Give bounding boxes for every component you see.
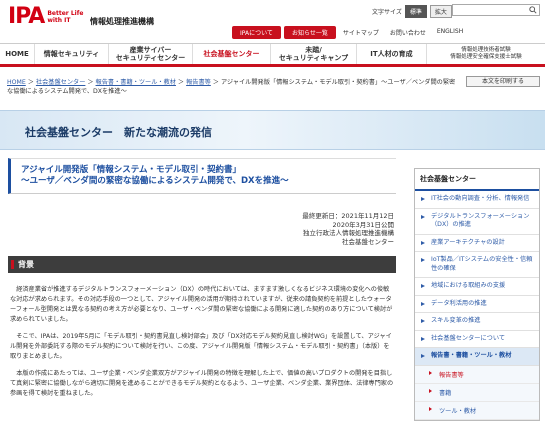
text-size-large-button[interactable]: 拡大 <box>429 5 452 18</box>
search-icon[interactable] <box>529 6 537 14</box>
breadcrumb-home[interactable]: HOME <box>7 79 26 86</box>
top-link-contact[interactable]: お問い合わせ <box>386 26 430 39</box>
updated-date: 最終更新日：2021年11月12日 <box>302 212 394 220</box>
breadcrumb-reports[interactable]: 報告書・書籍・ツール・教材 <box>96 79 176 86</box>
top-link-sitemap[interactable]: サイトマップ <box>339 26 383 39</box>
publisher-org: 独立行政法人情報処理推進機構 <box>303 229 394 238</box>
article-meta: 最終更新日：2021年11月12日 2020年3月31日公開 独立行政法人情報処… <box>8 212 396 246</box>
article-title: アジャイル開発版「情報システム・モデル取引・契約書」 ～ユーザ／ベンダ間の緊密な… <box>8 158 396 194</box>
article-body: 経済産業省が推進するデジタルトランスフォーメーション（DX）の時代においては、ま… <box>8 285 396 399</box>
sidebar-item-architecture[interactable]: 産業アーキテクチャの設計 <box>415 234 539 252</box>
text-size-control: 文字サイズ 標準 拡大 <box>372 5 452 18</box>
chevron-right-icon <box>429 370 432 375</box>
nav-social-infra[interactable]: 社会基盤センター <box>193 44 271 64</box>
chevron-right-icon <box>429 406 432 411</box>
sidebar-subitem-books[interactable]: 書籍 <box>415 383 539 402</box>
paragraph: 本版の作成にあたっては、ユーザ企業・ベンダ企業双方がアジャイル開発の特徴を理解し… <box>10 370 394 398</box>
hero-title: 社会基盤センター 新たな潮流の発信 <box>25 126 212 139</box>
sidebar-item-trends[interactable]: IT社会の動向調査・分析、情報発信 <box>415 191 539 209</box>
nav-home[interactable]: HOME <box>0 44 35 64</box>
sidebar-item-publications[interactable]: 報告書・書籍・ツール・教材 <box>415 348 539 366</box>
sidebar: 社会基盤センター IT社会の動向調査・分析、情報発信 デジタルトランスフォーメー… <box>414 168 540 421</box>
nav-it-talent[interactable]: IT人材の育成 <box>357 44 427 64</box>
nav-industrial-cyber[interactable]: 産業サイバー セキュリティセンター <box>109 44 193 64</box>
top-links: IPAについて お知らせ一覧 サイトマップ お問い合わせ ENGLISH <box>232 26 467 39</box>
chevron-right-icon <box>421 240 425 245</box>
hero-banner: 社会基盤センター 新たな潮流の発信 <box>0 110 545 150</box>
nav-security[interactable]: 情報セキュリティ <box>35 44 109 64</box>
page: IPA Better Life with IT 情報処理推進機構 文字サイズ 標準… <box>0 0 545 447</box>
breadcrumb-center[interactable]: 社会基盤センター <box>36 79 86 86</box>
chevron-right-icon <box>421 284 425 288</box>
breadcrumb-report-list[interactable]: 報告書等 <box>186 79 211 86</box>
sidebar-item-iot[interactable]: IoT製品／ITシステムの安全性・信頼性の確保 <box>415 252 539 278</box>
chevron-right-icon <box>421 336 425 341</box>
sidebar-item-about[interactable]: 社会基盤センターについて <box>415 330 539 348</box>
chevron-down-icon <box>421 354 425 358</box>
sidebar-item-dx[interactable]: デジタルトランスフォーメーション（DX）の推進 <box>415 208 539 235</box>
logo-tagline: Better Life with IT <box>47 10 84 24</box>
paragraph: 経済産業省が推進するデジタルトランスフォーメーション（DX）の時代においては、ま… <box>10 286 393 324</box>
search-input[interactable] <box>452 4 540 16</box>
nav-mitou[interactable]: 未踏/ セキュリティキャンプ <box>271 44 357 64</box>
text-size-label: 文字サイズ <box>372 9 402 16</box>
publisher-dept: 社会基盤センター <box>342 237 394 246</box>
published-date: 2020年3月31日公開 <box>332 220 394 229</box>
chevron-right-icon <box>421 197 425 201</box>
section-heading: 背景 <box>8 256 396 274</box>
top-link-news[interactable]: お知らせ一覧 <box>283 26 336 39</box>
chevron-right-icon <box>421 319 425 323</box>
chevron-right-icon <box>421 301 425 306</box>
site-header: IPA Better Life with IT 情報処理推進機構 文字サイズ 標準… <box>0 0 545 40</box>
print-button[interactable]: 本文を印刷する <box>466 76 540 87</box>
paragraph: そこで、IPAは、2019年5月に「モデル取引・契約書見直し検討部会」及び「DX… <box>10 333 392 361</box>
nav-exam[interactable]: 情報処理技術者試験 情報処理安全確保支援士試験 <box>427 44 545 64</box>
sidebar-subitem-reports[interactable]: 報告書等 <box>415 365 539 384</box>
sidebar-item-data[interactable]: データ利活用の推進 <box>415 295 539 313</box>
global-nav: HOME 情報セキュリティ 産業サイバー セキュリティセンター 社会基盤センター… <box>0 43 545 67</box>
chevron-right-icon <box>421 214 425 219</box>
ipa-logo[interactable]: IPA Better Life with IT <box>8 6 83 28</box>
text-size-standard-button[interactable]: 標準 <box>404 5 427 18</box>
sidebar-item-skills[interactable]: スキル変革の推進 <box>415 313 539 331</box>
breadcrumb: HOME ＞ 社会基盤センター ＞ 報告書・書籍・ツール・教材 ＞ 報告書等 ＞… <box>7 79 456 95</box>
sidebar-item-regional[interactable]: 地域における取組みの支援 <box>415 278 539 296</box>
org-name: 情報処理推進機構 <box>90 17 154 26</box>
sidebar-subitem-tools[interactable]: ツール・教材 <box>415 401 539 420</box>
top-link-about[interactable]: IPAについて <box>232 26 281 39</box>
top-link-english[interactable]: ENGLISH <box>433 26 467 39</box>
chevron-right-icon <box>429 388 432 393</box>
chevron-right-icon <box>421 258 425 262</box>
sidebar-heading: 社会基盤センター <box>415 169 539 191</box>
logo-mark: IPA <box>8 4 45 29</box>
main-content: アジャイル開発版「情報システム・モデル取引・契約書」 ～ユーザ／ベンダ間の緊密な… <box>8 158 396 406</box>
